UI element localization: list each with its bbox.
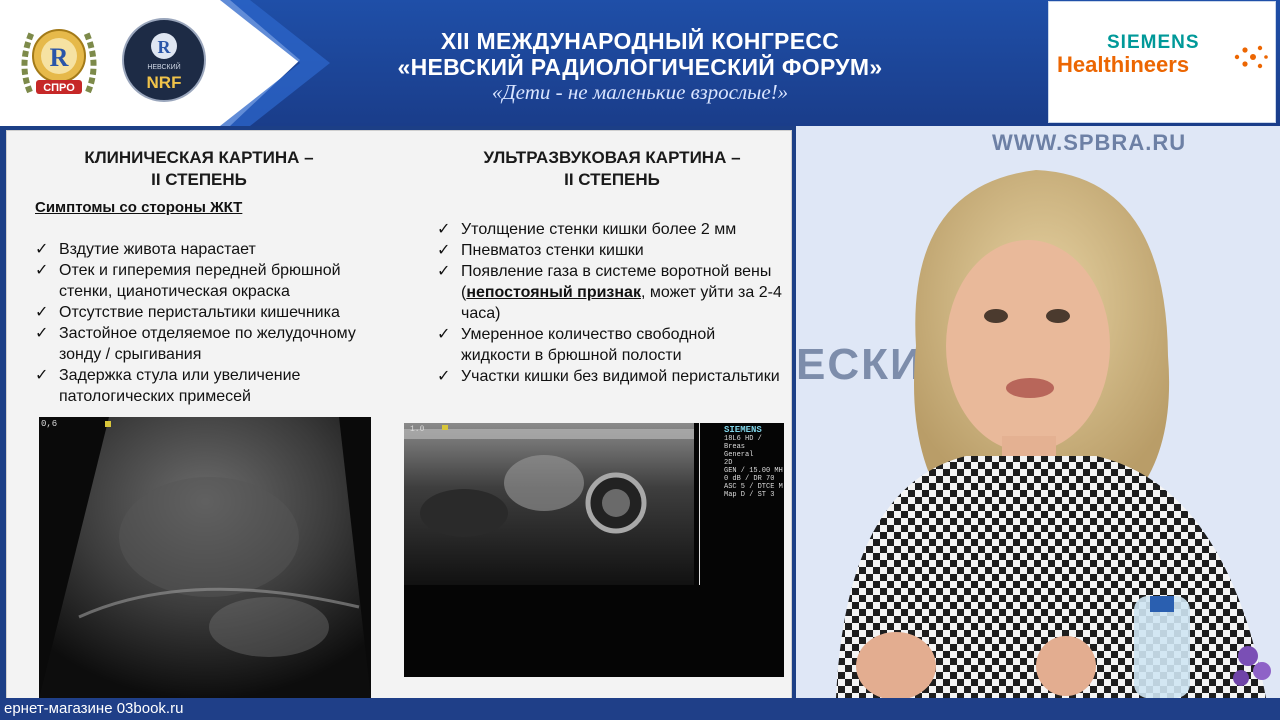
sponsor-logo: SIEMENS Healthineers — [1048, 1, 1276, 123]
clinical-picture-title: КЛИНИЧЕСКАЯ КАРТИНА – II СТЕПЕНЬ — [29, 147, 369, 191]
checkmark-icon: ✓ — [437, 221, 451, 238]
news-ticker: ернет-магазине 03book.ru — [0, 698, 1280, 720]
clinical-title-line-2: II СТЕПЕНЬ — [151, 170, 247, 189]
ultrasound-title-line-2: II СТЕПЕНЬ — [564, 170, 660, 189]
us-brand: SIEMENS — [724, 425, 762, 435]
header-bar: R СПРО R НЕВСКИЙ NRF XII МЕЖДУНАРОДНЫЙ К… — [0, 0, 1280, 126]
us-info-line: GEN / 15.00 MH — [724, 467, 783, 475]
ultrasound-left-scan — [39, 417, 371, 699]
list-item: ✓ Появление газа в системе воротной вены … — [437, 263, 782, 322]
clinical-symptoms-list: ✓ Вздутие живота нарастает ✓ Отек и гипере… — [33, 239, 393, 407]
checkmark-icon: ✓ — [437, 242, 451, 259]
ticker-text: ернет-магазине 03book.ru — [4, 700, 184, 717]
speaker-video: WWW.SPBRA.RU ЕСКИЙ — [796, 126, 1280, 698]
us-info-line: Map D / ST 3 — [724, 491, 775, 499]
spro-label: СПРО — [43, 82, 75, 94]
checkmark-icon: ✓ — [437, 263, 451, 280]
healthineers-dots-icon — [1234, 45, 1268, 69]
checkmark-icon: ✓ — [35, 262, 49, 279]
ultrasound-image-left: 0,6 — [39, 417, 371, 699]
clinical-title-line-1: КЛИНИЧЕСКАЯ КАРТИНА – — [84, 148, 314, 167]
us-info-line: 0 dB / DR 70 — [724, 475, 775, 483]
us-left-scale-label: 0,6 — [41, 419, 58, 429]
us-info-line: General — [724, 451, 754, 459]
list-item: ✓ Отсутствие перистальтики кишечника — [35, 304, 340, 321]
title-line-2: «НЕВСКИЙ РАДИОЛОГИЧЕСКИЙ ФОРУМ» — [397, 54, 883, 80]
us-info-line: 18L6 HD / Breas — [724, 435, 762, 451]
nrf-logo: R НЕВСКИЙ NRF — [122, 18, 206, 102]
gi-symptoms-subheading: Симптомы со стороны ЖКТ — [35, 199, 243, 216]
checkmark-icon: ✓ — [35, 367, 49, 384]
nrf-label: NRF — [147, 73, 182, 92]
spro-laurel-logo: R СПРО — [21, 29, 97, 94]
ultrasound-signs-list: ✓ Утолщение стенки кишки более 2 мм ✓ Пнев… — [435, 219, 785, 387]
list-item: ✓ Вздутие живота нарастает — [35, 241, 256, 258]
checkmark-icon: ✓ — [35, 304, 49, 321]
us-info-line: 2D — [724, 459, 733, 467]
nrf-small-line: НЕВСКИЙ — [147, 62, 180, 71]
list-item: ✓ Утолщение стенки кишки более 2 мм — [437, 221, 737, 238]
siemens-wordmark: SIEMENS — [1107, 32, 1200, 53]
title-line-1: XII МЕЖДУНАРОДНЫЙ КОНГРЕСС — [440, 28, 840, 54]
list-item: ✓ Умеренное количество свободной жидкости… — [437, 326, 716, 364]
congress-motto: «Дети - не маленькие взрослые!» — [491, 80, 789, 104]
healthineers-wordmark: Healthineers — [1057, 52, 1190, 77]
list-item: ✓ Задержка стула или увеличение патологич… — [35, 367, 301, 405]
list-item: ✓ Отек и гиперемия передней брюшной стенк… — [35, 262, 341, 300]
us-right-depth: 1.0 — [410, 425, 425, 434]
us-info-line: ASC 5 / DTCE M — [724, 483, 783, 491]
congress-title: XII МЕЖДУНАРОДНЫЙ КОНГРЕСС «НЕВСКИЙ РАДИ… — [380, 28, 900, 104]
speaker-silhouette — [836, 170, 1271, 698]
inconsistent-sign-emphasis: непостояный признак — [466, 284, 641, 301]
checkmark-icon: ✓ — [437, 326, 451, 343]
ultrasound-picture-title: УЛЬТРАЗВУКОВАЯ КАРТИНА – II СТЕПЕНЬ — [427, 147, 797, 191]
list-item: ✓ Участки кишки без видимой перистальтики — [437, 368, 780, 385]
checkmark-icon: ✓ — [437, 368, 451, 385]
ultrasound-title-line-1: УЛЬТРАЗВУКОВАЯ КАРТИНА – — [483, 148, 741, 167]
ultrasound-image-right: 1.0 SIEMENS 18L6 HD / Breas General 2D G… — [404, 423, 784, 677]
list-item: ✓ Застойное отделяемое по желудочному зон… — [35, 325, 356, 363]
checkmark-icon: ✓ — [35, 241, 49, 258]
us-right-info-panel: SIEMENS 18L6 HD / Breas General 2D GEN /… — [724, 425, 784, 499]
nrf-letter: R — [158, 37, 172, 57]
presentation-slide: КЛИНИЧЕСКАЯ КАРТИНА – II СТЕПЕНЬ Симптом… — [6, 130, 792, 700]
spro-letter: R — [50, 43, 69, 72]
checkmark-icon: ✓ — [35, 325, 49, 342]
list-item: ✓ Пневматоз стенки кишки — [437, 242, 644, 259]
